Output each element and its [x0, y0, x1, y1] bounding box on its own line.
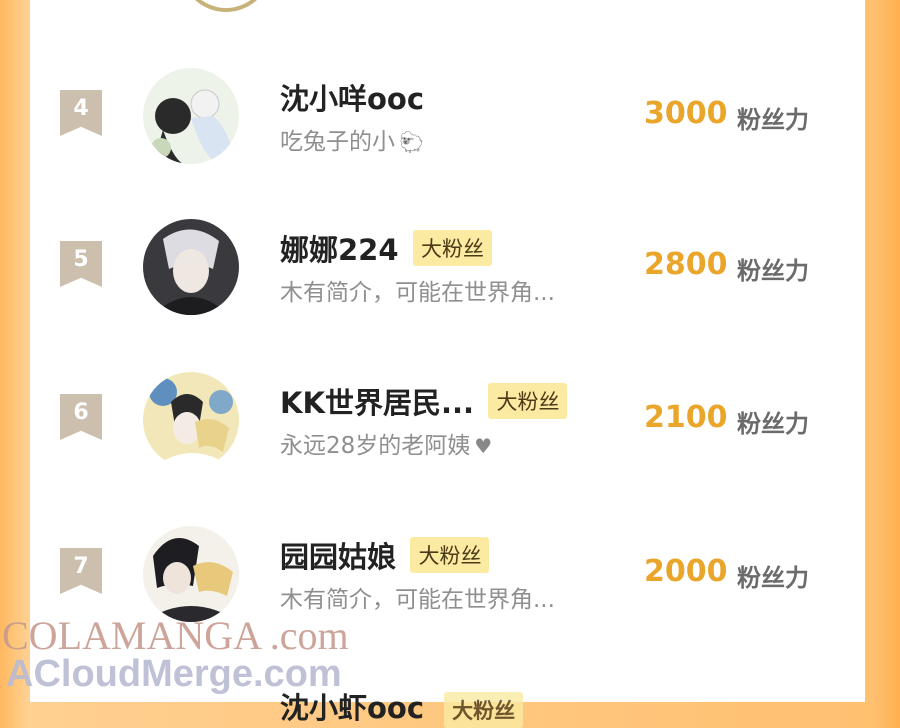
- rank-badge: 7: [60, 548, 102, 594]
- bio-text: 永远28岁的老阿姨: [280, 433, 471, 459]
- big-fan-badge: 大粉丝: [444, 692, 524, 728]
- ranking-row[interactable]: 5 娜娜224 大粉丝 木有简介，可能在世界角... 2800 粉丝力: [30, 219, 865, 339]
- user-name[interactable]: 沈小咩ooc: [280, 76, 424, 118]
- user-name[interactable]: KK世界居民...: [280, 380, 474, 422]
- big-fan-badge: 大粉丝: [413, 230, 492, 266]
- user-bio: 木有简介，可能在世界角...: [280, 587, 555, 613]
- user-name[interactable]: 娜娜224: [280, 227, 399, 269]
- fan-power-value: 2800: [644, 247, 728, 282]
- user-bio: 木有简介，可能在世界角...: [280, 280, 555, 306]
- ranking-row[interactable]: 6 KK世界居民... 大粉丝 永远28岁的老阿姨 ♥ 2100 粉丝力: [30, 372, 865, 492]
- fan-power-value: 3000: [644, 96, 728, 131]
- avatar[interactable]: [143, 372, 239, 468]
- fan-power-unit: 粉丝力: [737, 106, 809, 134]
- watermark-colamanga: COLAMANGA .com: [2, 613, 349, 658]
- fan-power-value: 2100: [644, 400, 728, 435]
- user-name[interactable]: 园园姑娘: [280, 534, 396, 576]
- avatar[interactable]: [143, 219, 239, 315]
- user-bio: 吃兔子的小 🐑: [280, 122, 424, 156]
- rank-badge: 5: [60, 241, 102, 287]
- fan-power-unit: 粉丝力: [737, 257, 809, 285]
- big-fan-badge: 大粉丝: [410, 537, 490, 573]
- watermark-acloudmerge: ACloudMerge.com: [6, 653, 342, 695]
- rank-badge: 6: [60, 394, 102, 440]
- heart-icon: ♥: [474, 434, 493, 458]
- sheep-icon: 🐑: [399, 130, 424, 154]
- fan-power-unit: 粉丝力: [737, 564, 809, 592]
- ranking-card: 4 沈小咩ooc 吃兔子的小 🐑 3000 粉丝力 5 娜娜224 大粉丝 木有…: [30, 0, 865, 728]
- user-bio: 永远28岁的老阿姨 ♥: [280, 426, 492, 460]
- rank-badge: 4: [60, 90, 102, 136]
- fan-power-unit: 粉丝力: [737, 410, 809, 438]
- ranking-row[interactable]: 4 沈小咩ooc 吃兔子的小 🐑 3000 粉丝力: [30, 68, 865, 188]
- bio-text: 吃兔子的小: [280, 129, 395, 155]
- user-name[interactable]: 沈小虾ooc: [280, 691, 424, 725]
- avatar[interactable]: [143, 68, 239, 164]
- avatar-ring-partial: [180, 0, 272, 12]
- fan-power-value: 2000: [644, 554, 728, 589]
- avatar[interactable]: [143, 526, 239, 622]
- big-fan-badge: 大粉丝: [488, 383, 568, 419]
